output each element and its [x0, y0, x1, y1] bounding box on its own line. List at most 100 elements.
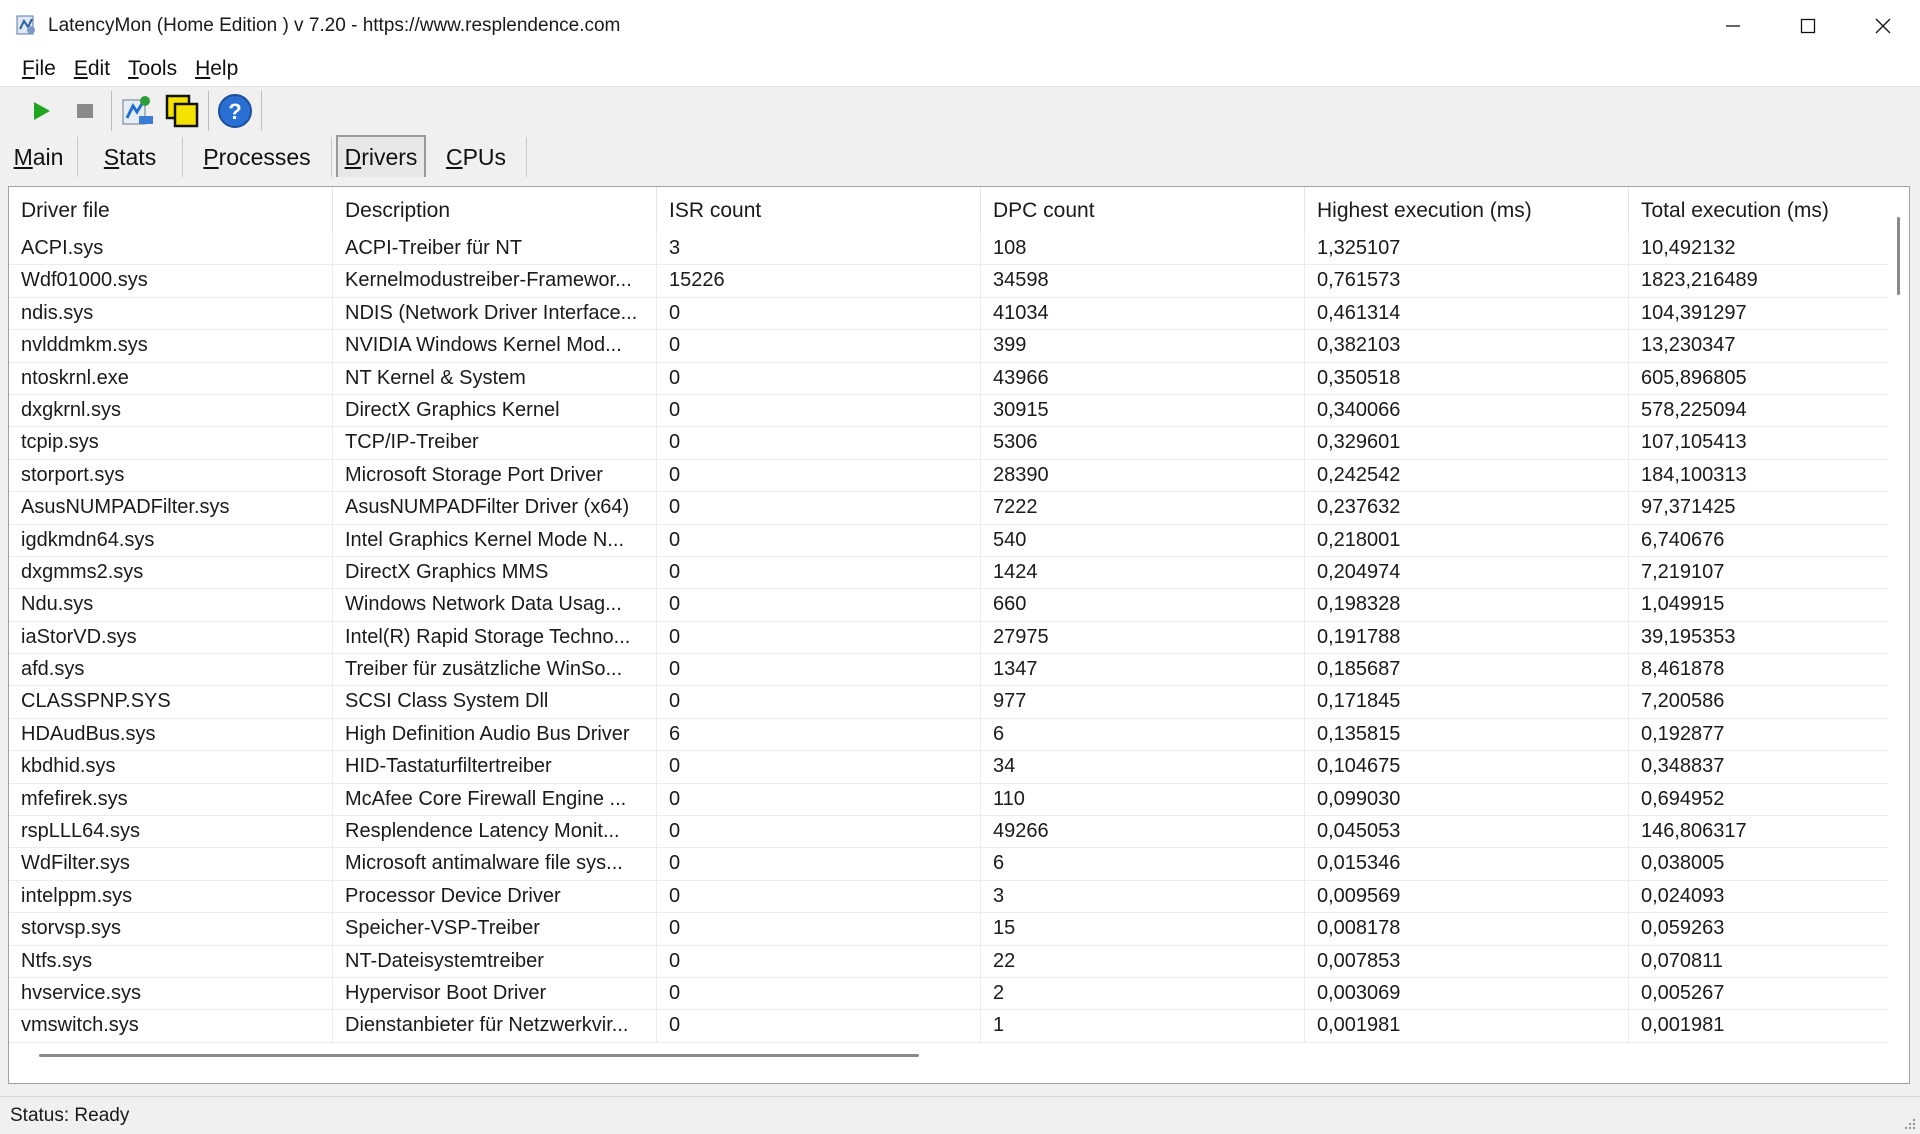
cell-total-execution: 39,195353 — [1629, 622, 1889, 653]
cell-highest-execution: 0,185687 — [1305, 654, 1629, 685]
windows-button[interactable] — [160, 89, 204, 133]
cell-highest-execution: 0,340066 — [1305, 395, 1629, 426]
table-row[interactable]: ndis.sysNDIS (Network Driver Interface..… — [9, 298, 1889, 330]
cell-total-execution: 184,100313 — [1629, 460, 1889, 491]
cell-highest-execution: 0,104675 — [1305, 751, 1629, 782]
table-row[interactable]: tcpip.sysTCP/IP-Treiber053060,329601107,… — [9, 427, 1889, 459]
cell-dpc-count: 108 — [981, 233, 1305, 264]
cell-total-execution: 10,492132 — [1629, 233, 1889, 264]
menu-help[interactable]: Help — [195, 57, 238, 81]
table-row[interactable]: Ndu.sysWindows Network Data Usag...06600… — [9, 589, 1889, 621]
cell-description: McAfee Core Firewall Engine ... — [333, 784, 657, 815]
table-row[interactable]: afd.sysTreiber für zusätzliche WinSo...0… — [9, 654, 1889, 686]
cell-driver-file: CLASSPNP.SYS — [9, 686, 333, 717]
cell-dpc-count: 1347 — [981, 654, 1305, 685]
table-row[interactable]: Ntfs.sysNT-Dateisystemtreiber0220,007853… — [9, 946, 1889, 978]
table-row[interactable]: iaStorVD.sysIntel(R) Rapid Storage Techn… — [9, 622, 1889, 654]
drivers-table[interactable]: Driver file Description ISR count DPC co… — [8, 186, 1910, 1084]
tab-cpus[interactable]: CPUs — [426, 137, 527, 177]
stop-button[interactable] — [63, 89, 107, 133]
cell-total-execution: 7,219107 — [1629, 557, 1889, 588]
svg-text:?: ? — [228, 99, 241, 124]
table-row[interactable]: kbdhid.sysHID-Tastaturfiltertreiber0340,… — [9, 751, 1889, 783]
table-row[interactable]: CLASSPNP.SYSSCSI Class System Dll09770,1… — [9, 686, 1889, 718]
cell-dpc-count: 41034 — [981, 298, 1305, 329]
column-header-highest-execution[interactable]: Highest execution (ms) — [1305, 187, 1629, 235]
table-row[interactable]: intelppm.sysProcessor Device Driver030,0… — [9, 881, 1889, 913]
cell-isr-count: 0 — [657, 460, 981, 491]
close-button[interactable] — [1845, 0, 1920, 51]
cell-total-execution: 13,230347 — [1629, 330, 1889, 361]
cell-driver-file: Wdf01000.sys — [9, 265, 333, 296]
table-row[interactable]: ntoskrnl.exeNT Kernel & System0439660,35… — [9, 363, 1889, 395]
cell-driver-file: ACPI.sys — [9, 233, 333, 264]
menu-tools[interactable]: Tools — [128, 57, 177, 81]
cell-highest-execution: 1,325107 — [1305, 233, 1629, 264]
horizontal-scrollbar[interactable] — [9, 1044, 1889, 1083]
tab-bar: Main Stats Processes Drivers CPUs — [0, 135, 1920, 177]
cell-isr-count: 0 — [657, 913, 981, 944]
table-row[interactable]: AsusNUMPADFilter.sysAsusNUMPADFilter Dri… — [9, 492, 1889, 524]
tab-stats[interactable]: Stats — [78, 137, 183, 177]
cell-driver-file: afd.sys — [9, 654, 333, 685]
table-row[interactable]: ACPI.sysACPI-Treiber für NT31081,3251071… — [9, 233, 1889, 265]
vertical-scroll-thumb[interactable] — [1897, 217, 1900, 295]
vertical-scrollbar[interactable] — [1888, 187, 1909, 1045]
cell-driver-file: vmswitch.sys — [9, 1010, 333, 1041]
column-header-description[interactable]: Description — [333, 187, 657, 235]
cell-highest-execution: 0,099030 — [1305, 784, 1629, 815]
cell-highest-execution: 0,191788 — [1305, 622, 1629, 653]
cell-description: AsusNUMPADFilter Driver (x64) — [333, 492, 657, 523]
tab-processes[interactable]: Processes — [183, 137, 332, 177]
cell-highest-execution: 0,761573 — [1305, 265, 1629, 296]
maximize-button[interactable] — [1770, 0, 1845, 51]
cell-isr-count: 0 — [657, 1010, 981, 1041]
table-row[interactable]: mfefirek.sysMcAfee Core Firewall Engine … — [9, 784, 1889, 816]
maximize-icon — [1800, 18, 1816, 34]
cell-driver-file: nvlddmkm.sys — [9, 330, 333, 361]
cell-dpc-count: 27975 — [981, 622, 1305, 653]
tab-main[interactable]: Main — [0, 137, 78, 177]
cell-dpc-count: 6 — [981, 848, 1305, 879]
table-row[interactable]: hvservice.sysHypervisor Boot Driver020,0… — [9, 978, 1889, 1010]
cell-description: TCP/IP-Treiber — [333, 427, 657, 458]
minimize-button[interactable] — [1695, 0, 1770, 51]
resize-grip-icon[interactable] — [1902, 1116, 1916, 1130]
cell-highest-execution: 0,350518 — [1305, 363, 1629, 394]
table-row[interactable]: storport.sysMicrosoft Storage Port Drive… — [9, 460, 1889, 492]
cell-highest-execution: 0,009569 — [1305, 881, 1629, 912]
cell-driver-file: storvsp.sys — [9, 913, 333, 944]
cell-dpc-count: 15 — [981, 913, 1305, 944]
column-header-isr-count[interactable]: ISR count — [657, 187, 981, 235]
cell-dpc-count: 977 — [981, 686, 1305, 717]
column-header-driver-file[interactable]: Driver file — [9, 187, 333, 235]
table-row[interactable]: Wdf01000.sysKernelmodustreiber-Framewor.… — [9, 265, 1889, 297]
cell-dpc-count: 660 — [981, 589, 1305, 620]
cell-isr-count: 0 — [657, 492, 981, 523]
toolbar-separator — [208, 91, 209, 131]
toolbar: ? — [0, 87, 1920, 135]
table-row[interactable]: dxgmms2.sysDirectX Graphics MMS014240,20… — [9, 557, 1889, 589]
table-row[interactable]: nvlddmkm.sysNVIDIA Windows Kernel Mod...… — [9, 330, 1889, 362]
column-header-dpc-count[interactable]: DPC count — [981, 187, 1305, 235]
horizontal-scroll-thumb[interactable] — [39, 1054, 919, 1057]
table-row[interactable]: vmswitch.sysDienstanbieter für Netzwerkv… — [9, 1010, 1889, 1042]
help-button[interactable]: ? — [213, 89, 257, 133]
cell-driver-file: HDAudBus.sys — [9, 719, 333, 750]
tab-drivers[interactable]: Drivers — [336, 135, 426, 177]
cell-isr-count: 0 — [657, 686, 981, 717]
menu-edit[interactable]: Edit — [74, 57, 110, 81]
report-button[interactable] — [116, 89, 160, 133]
cell-description: HID-Tastaturfiltertreiber — [333, 751, 657, 782]
menu-file[interactable]: File — [22, 57, 56, 81]
cell-dpc-count: 34 — [981, 751, 1305, 782]
table-row[interactable]: storvsp.sysSpeicher-VSP-Treiber0150,0081… — [9, 913, 1889, 945]
cell-driver-file: Ntfs.sys — [9, 946, 333, 977]
start-button[interactable] — [19, 89, 63, 133]
column-header-total-execution[interactable]: Total execution (ms) — [1629, 187, 1889, 235]
table-row[interactable]: rspLLL64.sysResplendence Latency Monit..… — [9, 816, 1889, 848]
table-row[interactable]: WdFilter.sysMicrosoft antimalware file s… — [9, 848, 1889, 880]
table-row[interactable]: dxgkrnl.sysDirectX Graphics Kernel030915… — [9, 395, 1889, 427]
table-row[interactable]: igdkmdn64.sysIntel Graphics Kernel Mode … — [9, 525, 1889, 557]
table-row[interactable]: HDAudBus.sysHigh Definition Audio Bus Dr… — [9, 719, 1889, 751]
